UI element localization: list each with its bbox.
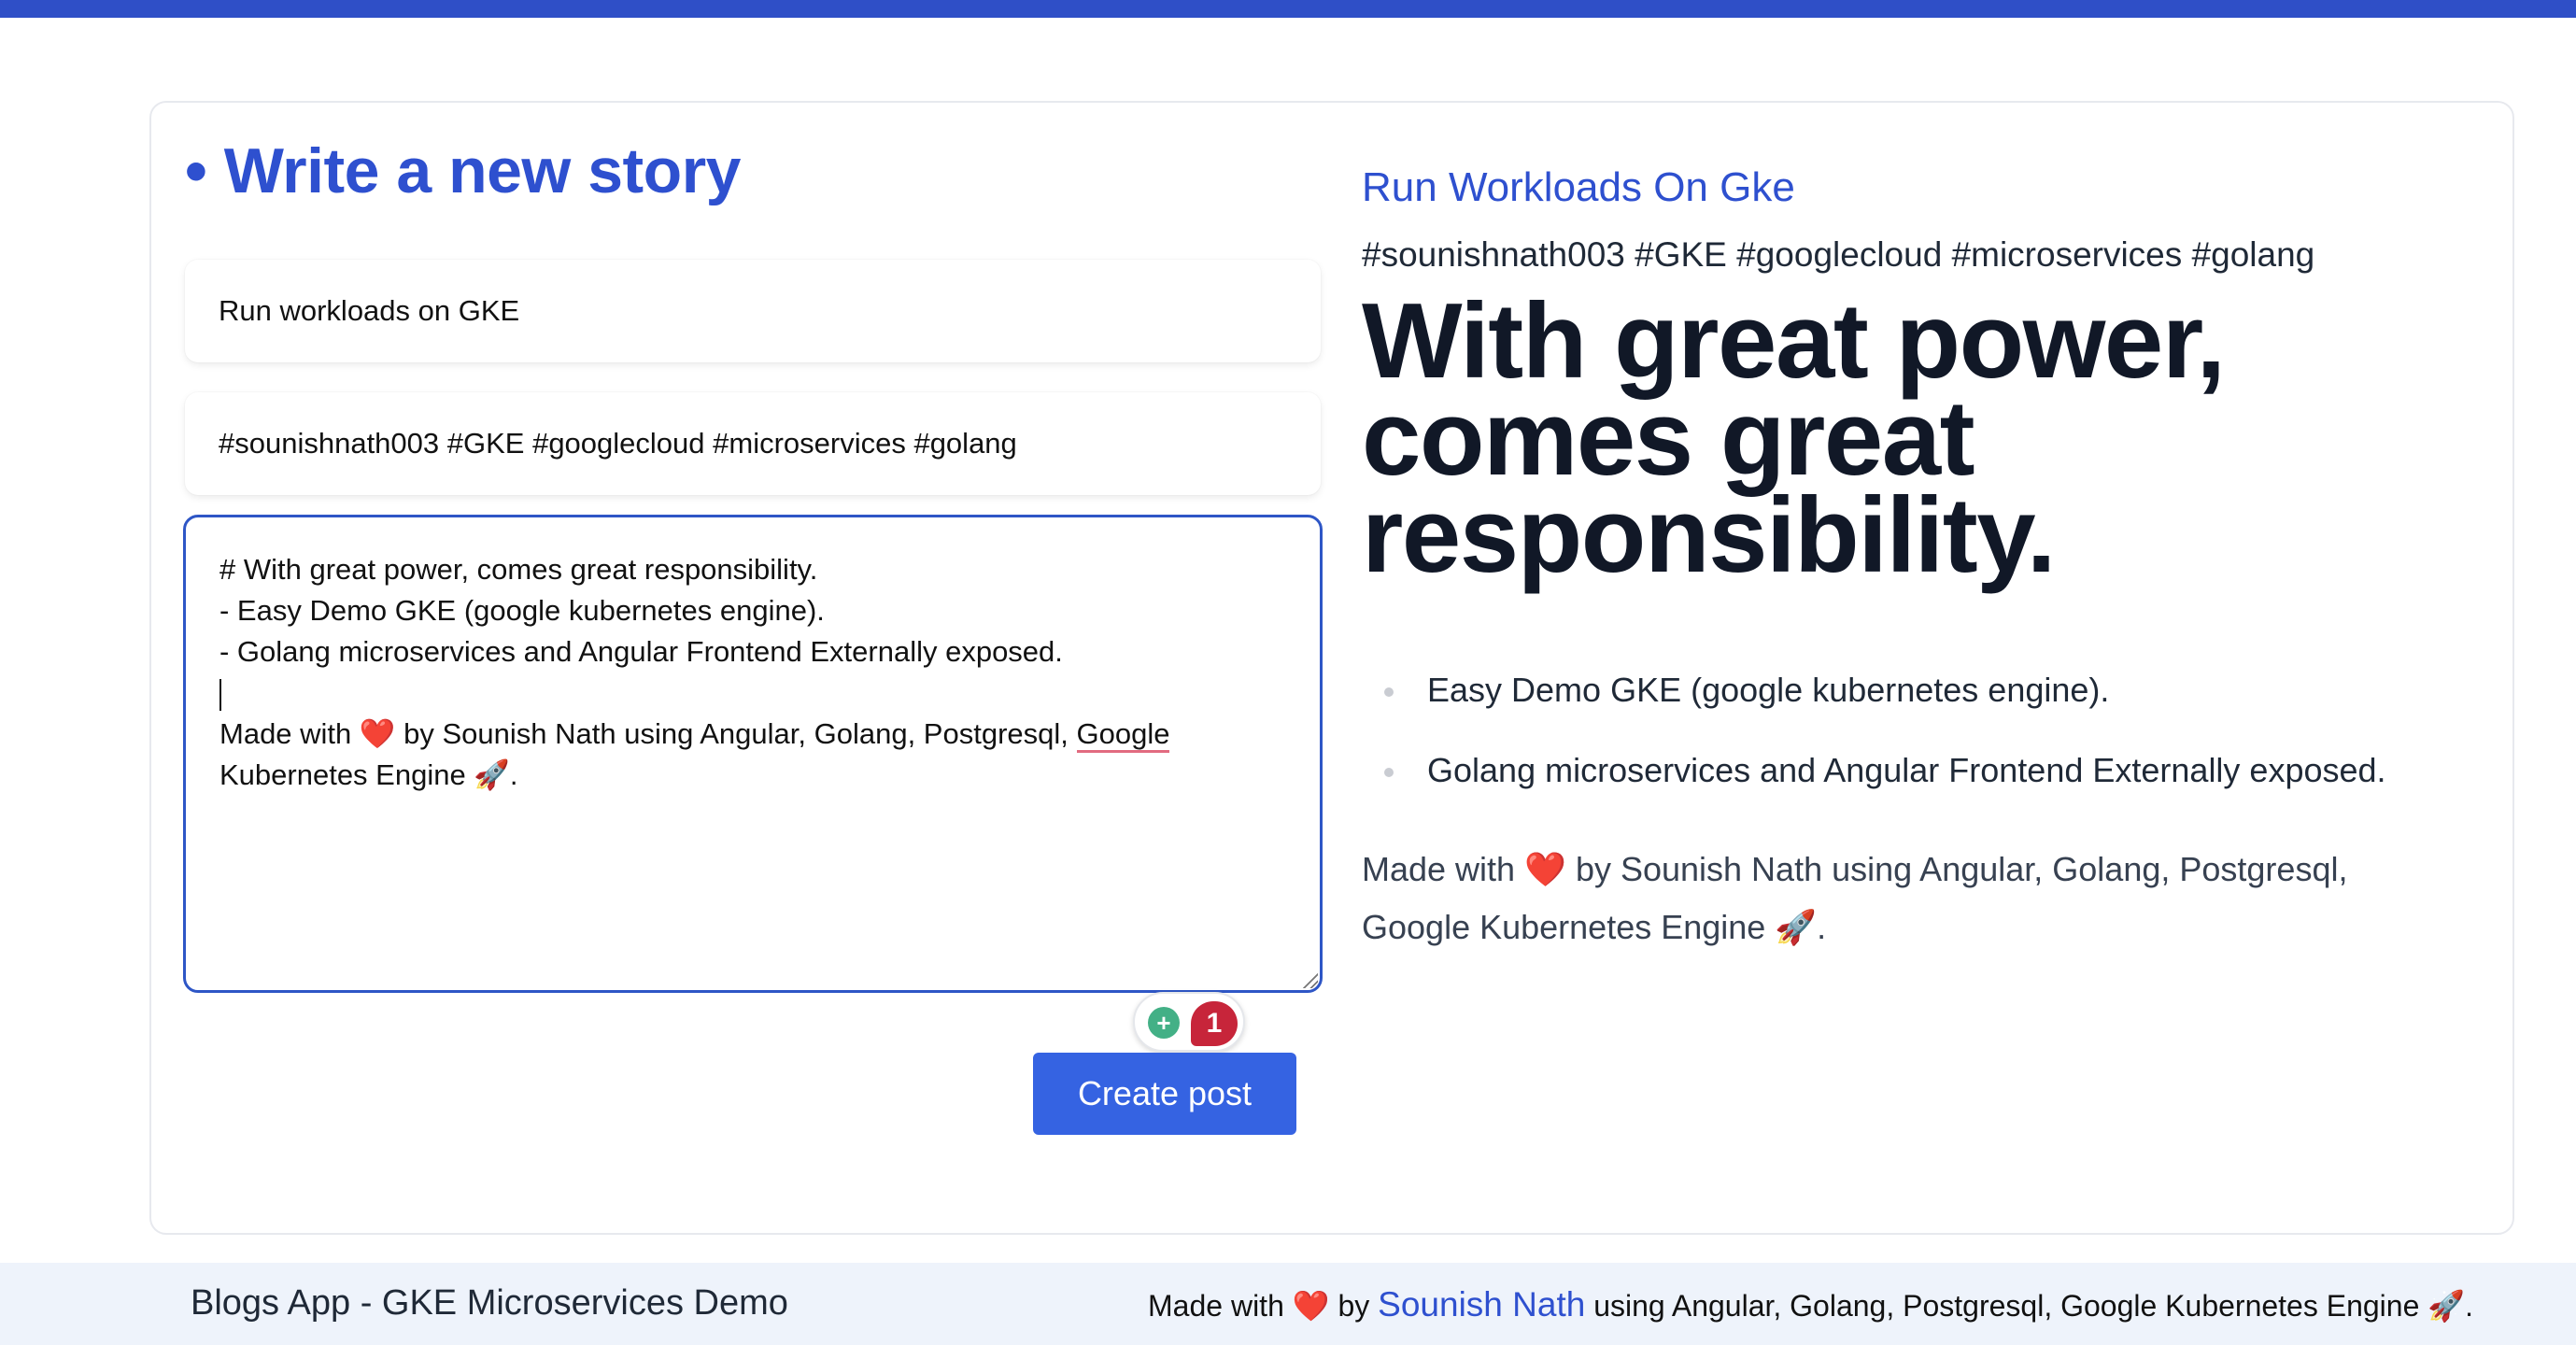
heart-icon: ❤️: [1524, 850, 1566, 888]
markdown-editor[interactable]: # With great power, comes great responsi…: [183, 515, 1323, 1052]
footer-by: by: [1338, 1289, 1370, 1323]
preview-made-with: Made with ❤️ by Sounish Nath using Angul…: [1362, 841, 2427, 956]
editor-caret-line: [219, 672, 1286, 714]
tags-input-value: #sounishnath003 #GKE #googlecloud #micro…: [219, 427, 1017, 460]
heart-icon: ❤️: [359, 717, 396, 750]
footer-suffix: using Angular, Golang, Postgresql, Googl…: [1593, 1289, 2473, 1323]
preview-tags: #sounishnath003 #GKE #googlecloud #micro…: [1362, 235, 2315, 274]
made-with-prefix: Made with: [219, 717, 352, 750]
list-item: Easy Demo GKE (google kubernetes engine)…: [1362, 671, 2483, 751]
top-accent-bar: [0, 0, 2576, 18]
footer: Blogs App - GKE Microservices Demo Made …: [0, 1263, 2576, 1345]
footer-app-name: Blogs App - GKE Microservices Demo: [191, 1283, 788, 1323]
editor-line: # With great power, comes great responsi…: [219, 553, 818, 586]
list-item: Golang microservices and Angular Fronten…: [1362, 751, 2483, 831]
create-post-button[interactable]: Create post: [1033, 1053, 1296, 1135]
preview-title: Run Workloads On Gke: [1362, 164, 1795, 210]
text-caret: [219, 678, 221, 711]
author-link[interactable]: Sounish Nath: [1378, 1285, 1585, 1324]
page-title: • Write a new story: [185, 135, 742, 206]
preview-list: Easy Demo GKE (google kubernetes engine)…: [1362, 671, 2483, 831]
heart-icon: ❤️: [1292, 1289, 1330, 1323]
footer-credits: Made with ❤️ by Sounish Nath using Angul…: [1148, 1285, 2473, 1324]
story-card: • Write a new story Run workloads on GKE…: [149, 101, 2514, 1235]
footer-made-prefix: Made with: [1148, 1289, 1284, 1323]
title-input[interactable]: Run workloads on GKE: [185, 260, 1321, 362]
preview-heading: With great power, comes great responsibi…: [1362, 282, 2226, 595]
editor-line-made-with: Made with ❤️ by Sounish Nath using Angul…: [219, 714, 1286, 796]
preview-panel: Run Workloads On Gke #sounishnath003 #GK…: [1362, 159, 2483, 956]
made-with-middle: by Sounish Nath using Angular, Golang, P…: [403, 717, 1069, 750]
lightbulb-icon: +: [1148, 1007, 1180, 1039]
preview-made-prefix: Made with: [1362, 850, 1516, 888]
made-with-suffix: Kubernetes Engine 🚀.: [219, 758, 518, 791]
title-input-value: Run workloads on GKE: [219, 294, 520, 327]
spelling-flagged-word[interactable]: Google: [1076, 717, 1170, 753]
resize-grip-icon[interactable]: [1301, 971, 1318, 988]
editor-line: - Easy Demo GKE (google kubernetes engin…: [219, 594, 825, 627]
grammar-checker-widget[interactable]: + 1: [1133, 992, 1245, 1052]
tags-input[interactable]: #sounishnath003 #GKE #googlecloud #micro…: [185, 392, 1321, 495]
editor-line: - Golang microservices and Angular Front…: [219, 635, 1063, 668]
suggestion-count-badge: 1: [1191, 1001, 1238, 1046]
